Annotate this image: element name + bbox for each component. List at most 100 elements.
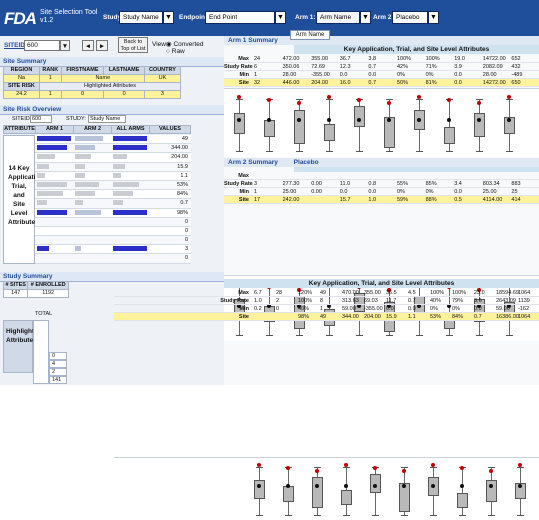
cell-country: UK [143,74,182,83]
boxplot-cap [476,151,483,153]
col-arm1: ARM 1 [35,125,74,134]
study-rate-marker [417,117,421,122]
stat-value: 0.00 [311,181,322,187]
prev-site-button[interactable]: ◄ [82,40,94,51]
stat-value: 0% [425,72,434,78]
stat-value: 0% [425,189,434,195]
stat-value: 53% [430,314,442,320]
stat-value: 6.7 [254,290,262,296]
stat-value: 3.8 [368,56,377,62]
arm2-dropdown[interactable]: Placebo [392,11,428,24]
boxplot-cap [386,335,393,337]
arm1-dropdown[interactable]: Arm Name [316,11,360,24]
stat-value: 25.00 [282,189,297,195]
back-to-top-button[interactable]: Back to Top of List [118,37,148,53]
siteid-input[interactable]: 600 [24,40,60,51]
stat-value: 650 [511,80,521,86]
risk-bar [75,136,103,141]
risk-bar [37,145,67,151]
risk-bar [113,145,147,151]
stat-value: 28 [276,290,283,296]
stat-value: 3.6 [474,298,482,304]
stat-value: 36.5 [386,290,397,296]
site-marker [402,469,406,474]
boxplot-box [254,480,265,499]
table-row: 49 [35,135,191,145]
stat-value: 59.00 [496,306,510,312]
table-row: 24.2 1 0 0 3 [3,90,182,99]
stat-row-site: Site 98% 49 344.00 204.00 15.9 1.1 53% 84% 0.7 163… [114,313,539,321]
boxplot-cap [517,514,524,516]
risk-bar [113,172,121,178]
study-rate-marker [507,117,511,122]
study-rate-marker [327,117,331,122]
boxplot-box [457,492,468,509]
stat-value: 414 [511,197,521,203]
cell-v1: 1 [38,90,62,99]
boxplot-cap [446,151,453,153]
stat-value: 0.0 [368,72,377,78]
col-region: REGION [3,66,40,75]
site-marker [373,466,377,471]
stat-value: 0.7 [368,64,377,70]
stat-value: 0.0 [408,306,416,312]
all-arms-boxplots [114,457,539,520]
col-enrolled: # ENROLLED [27,281,69,290]
arm2-dropdown-arrow-icon[interactable]: ▼ [428,11,439,24]
view-raw-radio[interactable]: ○ Raw [166,48,185,55]
boxplot-cap [314,514,321,516]
study-dropdown[interactable]: Study Name [119,11,163,24]
stat-value: 71% [425,64,437,70]
table-row: 0 [35,226,191,237]
boxplot-cap [343,467,350,469]
risk-bar [75,181,99,187]
stat-value: 803.34 [482,181,500,187]
stat-value: 14272.00 [482,80,506,86]
boxplot-cap [506,151,513,153]
stat-value: 2643.09 [496,298,516,304]
highlighted-attributes-box: Highlighted Attributes [3,320,42,373]
stat-value: 883 [511,181,521,187]
endpoint-dropdown[interactable]: End Point [205,11,275,24]
risk-value: 0 [184,227,188,234]
risk-study-value: Study Name [88,115,126,123]
siteid-dropdown-arrow-icon[interactable]: ▼ [60,40,70,51]
stat-value: 1 [254,72,258,78]
view-converted-radio[interactable]: ◉ Converted [166,40,203,48]
col-lastname: LASTNAME [103,66,145,75]
boxplot-cap [506,335,513,337]
risk-study-label: STUDY: [66,116,86,122]
stat-value: 0% [397,72,405,78]
arm2-summary-title: Arm 2 Summary [228,159,278,166]
site-marker [344,463,348,468]
stat-label: Site [238,80,249,86]
endpoint-dropdown-arrow-icon[interactable]: ▼ [275,11,286,24]
site-risk-header: ATTRIBUTE ARM 1 ARM 2 ALL ARMS VALUES [3,125,191,134]
stat-value: 120% [298,290,313,296]
risk-value: 0 [184,218,188,225]
highlighted-attributes-label: Highlighted Attributes [38,82,182,91]
cell-name: Name [60,74,145,83]
stat-value: 59.00 [342,306,356,312]
site-marker [417,94,421,99]
site-marker [237,94,241,99]
arm1-dropdown-arrow-icon[interactable]: ▼ [360,11,371,24]
count-cell: 0 [49,352,67,360]
stat-value: 204.00 [364,314,381,320]
site-marker [387,101,391,106]
stat-value: 0.2 [254,306,262,312]
stat-value: 0.0 [386,306,394,312]
study-counts: 0 4 2 141 [49,352,67,384]
arm1-stats: Max 24 472.00 355.00 36.7 3.8 100% 100% 19.0 1472… [224,55,539,87]
risk-bar [113,246,147,252]
arm2-tab[interactable]: Placebo [294,159,319,166]
arm1-tab[interactable]: Arm Name [290,30,330,40]
next-site-button[interactable]: ► [96,40,108,51]
site-marker [297,101,301,106]
boxplot-cap [343,514,350,516]
risk-value: 49 [181,136,188,142]
risk-bar [75,172,85,178]
boxplot-box [264,120,275,138]
study-dropdown-arrow-icon[interactable]: ▼ [163,11,174,24]
stat-value: 28.00 [282,72,297,78]
